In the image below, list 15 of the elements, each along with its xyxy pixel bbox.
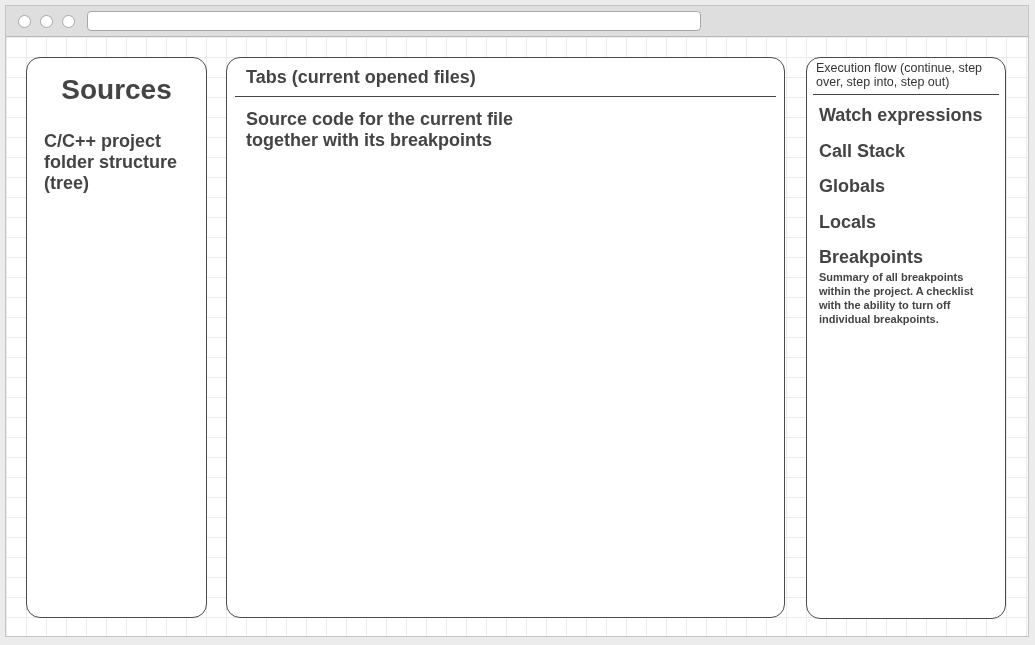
section-title: Locals [819, 210, 878, 233]
panel-title: Sources [60, 74, 173, 106]
section-title: Breakpoints [819, 246, 925, 268]
section-title: Call Stack [819, 139, 907, 162]
address-bar[interactable] [87, 11, 701, 31]
execution-flow-label: Execution flow (continue, step over, step into, step out) [816, 62, 984, 89]
editor-description: Source code for the current file together with its breakpoints [246, 109, 515, 151]
window-control-icon[interactable] [40, 14, 53, 28]
window-control-icon[interactable] [18, 14, 31, 28]
tabs-label: Tabs (current opened files) [246, 67, 476, 87]
window-control-icon[interactable] [62, 14, 75, 28]
section-description: Summary of all breakpoints within the project. A checklist with the ability to turn off individual breakpoints. [819, 270, 975, 326]
panel-description: C/C++ project folder structure (tree) [44, 131, 179, 194]
section-title: Watch expressions [819, 104, 984, 126]
section-title: Globals [819, 175, 886, 197]
